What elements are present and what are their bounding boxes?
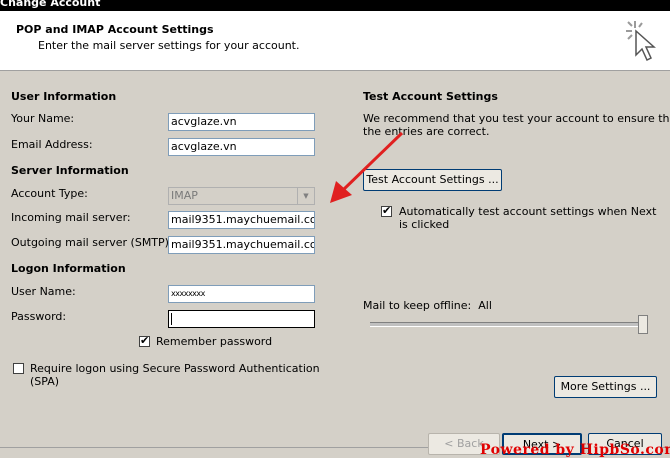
your-name-field[interactable]: acvglaze.vn — [168, 113, 315, 131]
auto-test-label-line1: Automatically test account settings when… — [399, 205, 657, 218]
offline-value: All — [478, 299, 492, 312]
spa-label-line2: (SPA) — [30, 375, 60, 388]
user-name-label: User Name: — [11, 285, 76, 298]
account-type-value: IMAP — [171, 189, 198, 202]
offline-slider-track[interactable] — [370, 322, 648, 327]
email-address-field[interactable]: acvglaze.vn — [168, 138, 315, 156]
outgoing-server-field[interactable]: mail9351.maychuemail.com — [168, 236, 315, 254]
checkmark-icon: ✔ — [140, 334, 150, 347]
logon-info-heading: Logon Information — [11, 262, 126, 275]
account-type-label: Account Type: — [11, 187, 88, 200]
auto-test-label-line2: is clicked — [399, 218, 450, 231]
red-arrow-icon — [330, 131, 404, 203]
incoming-server-field[interactable]: mail9351.maychuemail.com — [168, 211, 315, 229]
offline-label: Mail to keep offline: All — [363, 299, 492, 312]
watermark: Powered by HipbSo.com — [480, 442, 670, 458]
remember-password-checkbox[interactable]: ✔ — [139, 334, 150, 347]
text-caret — [171, 313, 172, 325]
cursor-icon — [626, 21, 656, 62]
more-settings-button[interactable]: More Settings ... — [554, 376, 657, 398]
user-name-field[interactable]: xxxxxxxx — [168, 285, 315, 303]
your-name-label: Your Name: — [11, 112, 75, 125]
outgoing-server-label: Outgoing mail server (SMTP): — [11, 236, 173, 249]
account-type-select[interactable]: IMAP ▼ — [168, 187, 315, 205]
chevron-down-icon: ▼ — [297, 188, 314, 204]
header-banner: POP and IMAP Account Settings Enter the … — [0, 11, 670, 71]
offline-label-text: Mail to keep offline: — [363, 299, 472, 312]
test-settings-heading: Test Account Settings — [363, 90, 498, 103]
window-title: Change Account — [0, 0, 101, 9]
spa-label-line1: Require logon using Secure Password Auth… — [30, 362, 320, 375]
server-info-heading: Server Information — [11, 164, 129, 177]
remember-password-label: Remember password — [156, 335, 273, 348]
incoming-server-label: Incoming mail server: — [11, 211, 131, 224]
password-label: Password: — [11, 310, 67, 323]
user-info-heading: User Information — [11, 90, 117, 103]
email-address-label: Email Address: — [11, 138, 93, 151]
offline-slider-thumb[interactable] — [638, 315, 648, 334]
window-titlebar: Change Account — [0, 0, 670, 11]
page-title: POP and IMAP Account Settings — [16, 23, 214, 36]
spa-checkbox[interactable] — [13, 363, 24, 374]
test-settings-desc-line1: We recommend that you test your account … — [363, 112, 670, 125]
password-field[interactable] — [168, 310, 315, 328]
page-subtitle: Enter the mail server settings for your … — [38, 39, 300, 52]
